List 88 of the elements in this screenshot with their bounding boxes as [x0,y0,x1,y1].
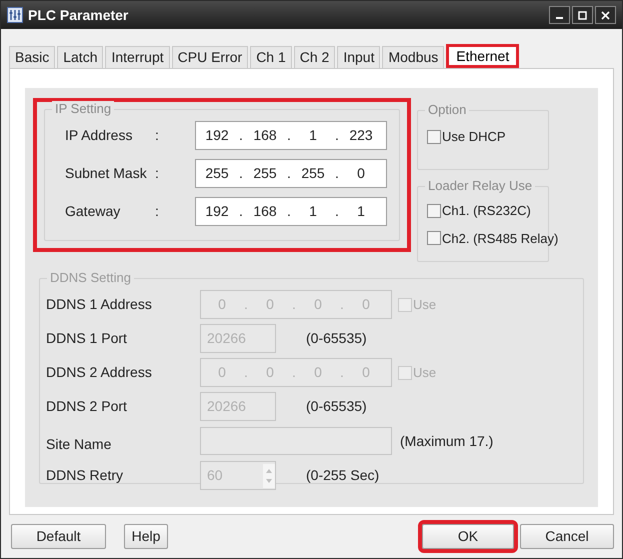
ip-address-field[interactable]: 192 . 168 . 1 . 223 [195,120,387,150]
close-button[interactable] [595,6,616,24]
tab[interactable]: Basic [9,46,56,68]
checkbox[interactable] [427,130,441,144]
tab[interactable]: Ch 2 [294,46,336,68]
octet-dot: . [291,295,297,314]
octet-value: 255 [204,164,230,182]
octet-value: 1 [308,202,318,220]
app-icon [7,7,23,23]
octet-dot: . [243,295,249,314]
octet-value: 0 [356,164,366,182]
octet-dot: . [286,164,292,182]
label-colon: : [155,202,160,220]
minimize-icon [556,16,563,18]
checkbox-label: Use [413,364,436,382]
octet-dot: . [243,363,249,382]
octet-dot: . [238,126,244,144]
field-label: DDNS 2 Address [46,363,153,382]
range-hint: (0-255 Sec) [306,466,380,485]
dialog-button[interactable]: Default [11,524,106,548]
checkbox-label: Ch2. (RS485 Relay) [442,230,558,248]
field-label: Site Name [46,435,112,454]
octet-value: 192 [204,126,230,144]
octet-dot: . [291,363,297,382]
range-hint: (0-65535) [306,397,367,416]
range-hint: (0-65535) [306,329,367,348]
octet-dot: . [286,126,292,144]
window-title: PLC Parameter [28,6,128,24]
octet-value: 0 [361,363,371,382]
close-icon [601,10,610,20]
tab[interactable]: Ethernet [446,44,520,68]
octet-value: 0 [313,295,323,314]
group-title: IP Setting [52,101,114,117]
group-title: Option [425,102,470,118]
field-label: DDNS 1 Address [46,295,153,314]
field-label: DDNS 2 Port [46,397,128,416]
checkbox[interactable] [427,204,441,218]
octet-value: 223 [348,126,374,144]
dialog-button[interactable]: Help [124,524,168,548]
checkbox-label: Use DHCP [442,128,506,146]
tab[interactable]: Modbus [382,46,444,68]
octet-value: 255 [300,164,326,182]
octet-value: 0 [313,363,323,382]
checkbox-label: Ch1. (RS232C) [442,202,531,220]
octet-dot: . [339,295,345,314]
group-title: Loader Relay Use [425,178,536,194]
field-label: Subnet Mask [64,164,148,182]
label-colon: : [155,126,160,144]
field-label: IP Address [64,126,134,144]
octet-value: 168 [252,202,278,220]
tab[interactable]: Input [337,46,380,68]
tab[interactable]: CPU Error [172,46,248,68]
octet-value: 192 [204,202,230,220]
octet-value: 0 [217,363,227,382]
octet-value: 1 [356,202,366,220]
minimize-button[interactable] [549,6,570,24]
checkbox[interactable] [427,231,441,246]
octet-value: 1 [308,126,318,144]
field-label: DDNS 1 Port [46,329,128,348]
octet-dot: . [238,202,244,220]
tab[interactable]: Ch 1 [250,46,292,68]
group-title: DDNS Setting [47,270,134,286]
field-label: Gateway [64,202,122,221]
label-colon: : [155,164,160,182]
dialog-button[interactable]: Cancel [520,524,614,548]
octet-value: 0 [265,363,275,382]
maximize-button[interactable] [572,6,593,24]
ip-address-field[interactable]: 255 . 255 . 255 . 0 [195,158,387,188]
tab[interactable]: Latch [57,46,104,68]
octet-value: 0 [217,295,227,314]
maximize-icon [578,10,587,20]
octet-value: 255 [252,164,278,182]
ip-address-field[interactable]: 192 . 168 . 1 . 1 [195,196,387,226]
octet-dot: . [334,164,340,182]
octet-value: 168 [252,126,278,144]
octet-value: 0 [265,295,275,314]
checkbox-label: Use [413,296,436,314]
octet-dot: . [286,202,292,220]
octet-dot: . [334,202,340,220]
field-label: DDNS Retry [46,466,124,485]
tab[interactable]: Interrupt [105,46,170,68]
octet-dot: . [334,126,340,144]
octet-dot: . [238,164,244,182]
range-hint: (Maximum 17.) [400,432,494,451]
octet-value: 0 [361,295,371,314]
spinner-value: 60 [207,466,224,485]
spin-arrows-icon [263,464,275,488]
octet-dot: . [339,363,345,382]
